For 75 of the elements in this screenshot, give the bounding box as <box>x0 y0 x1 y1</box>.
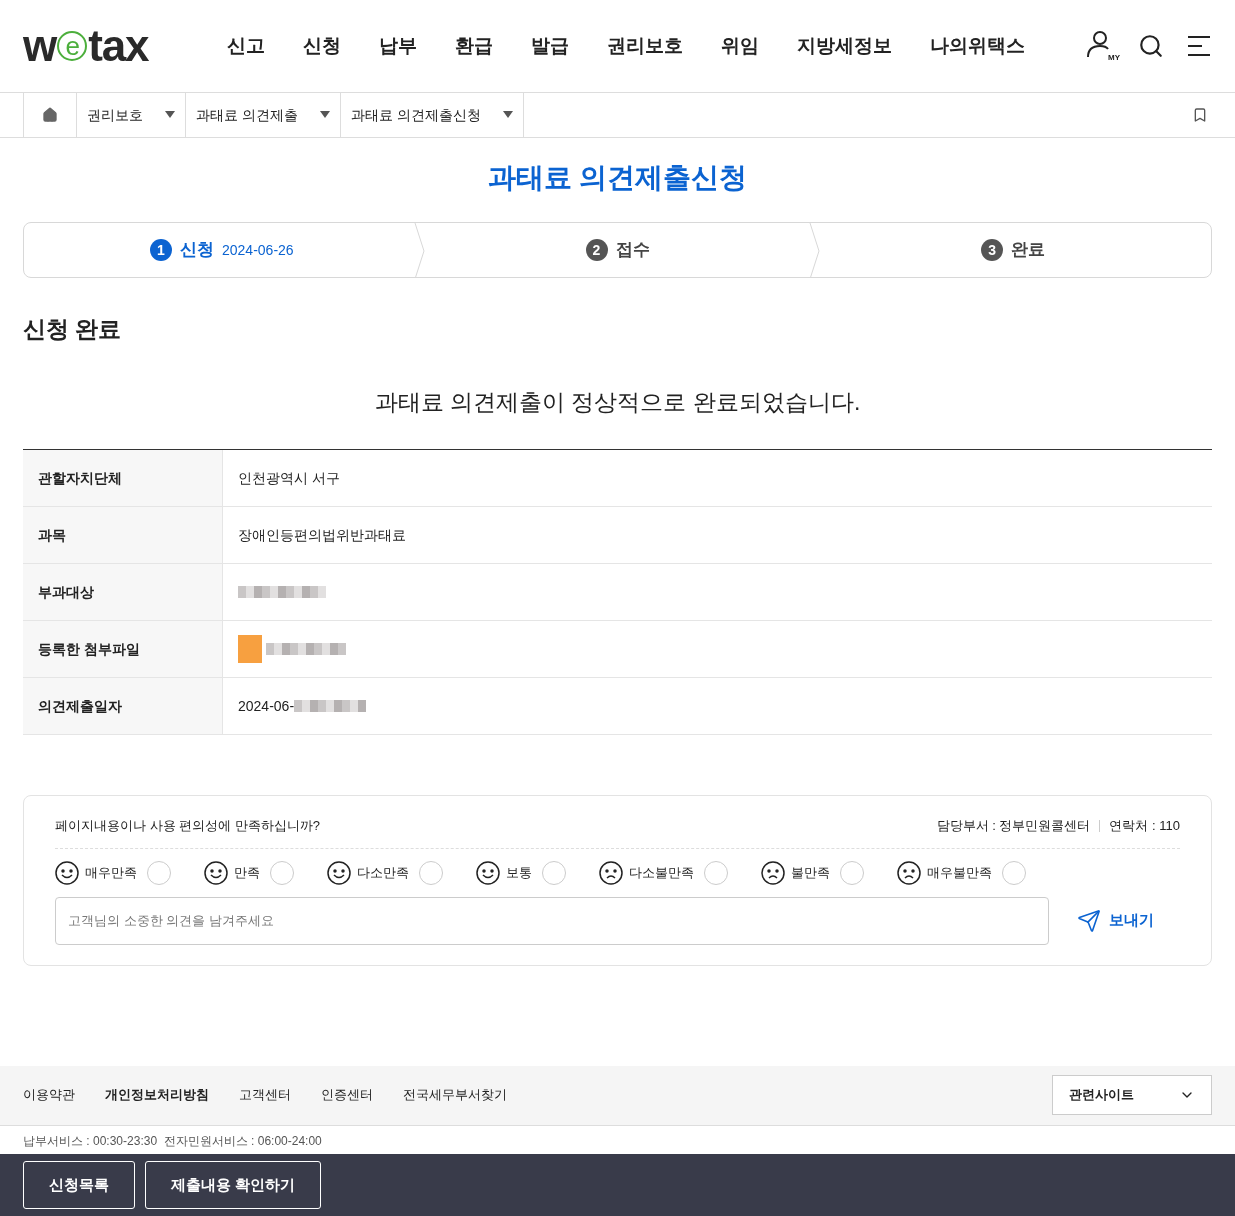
service-hours: 납부서비스 : 00:30-23:30 전자민원서비스 : 06:00-24:00 <box>22 1132 323 1150</box>
detail-label: 관할자치단체 <box>23 450 223 506</box>
feedback-input[interactable]: 고객님의 소중한 의견을 남겨주세요 <box>55 896 1049 945</box>
nav-menu-item[interactable]: 환급 <box>455 31 493 61</box>
footer-link[interactable]: 이용약관 <box>23 1085 75 1105</box>
caret-icon <box>165 111 175 119</box>
rating-radio[interactable] <box>147 860 171 885</box>
frown-icon <box>761 860 785 885</box>
smiley-icon <box>55 860 79 885</box>
step-number: 1 <box>150 239 172 261</box>
step-label: 접수 <box>615 239 650 262</box>
detail-label: 과목 <box>23 507 223 563</box>
detail-value: 인천광역시 서구 <box>238 468 340 488</box>
footer-link[interactable]: 인증센터 <box>321 1085 373 1105</box>
related-sites-dropdown[interactable]: 관련사이트 <box>1052 1075 1212 1115</box>
caret-icon <box>319 111 330 119</box>
nav-menu-item[interactable]: 나의위택스 <box>930 31 1025 61</box>
step-number: 2 <box>585 239 608 261</box>
detail-label: 등록한 첨부파일 <box>23 621 223 677</box>
nav-menu-item[interactable]: 신고 <box>227 31 265 61</box>
nav-menu-item[interactable]: 납부 <box>379 31 417 61</box>
search-icon[interactable] <box>1138 33 1164 59</box>
bottom-action-button[interactable]: 신청목록 <box>23 1161 135 1209</box>
rating-radio[interactable] <box>840 860 864 885</box>
detail-value: 2024-06- <box>238 696 295 716</box>
home-button[interactable] <box>23 93 77 137</box>
step-number: 3 <box>981 239 1004 261</box>
rating-label: 다소만족 <box>357 863 409 882</box>
rating-label: 매우만족 <box>85 863 137 882</box>
step-label: 완료 <box>1011 239 1046 262</box>
detail-label: 부과대상 <box>23 564 223 620</box>
wetax-logo[interactable]: w e tax <box>23 13 183 79</box>
step-label: 신청 <box>180 239 214 262</box>
bottom-action-button[interactable]: 제출내용 확인하기 <box>145 1161 322 1209</box>
survey-question: 페이지내용이나 사용 편의성에 만족하십니까? <box>55 817 321 835</box>
smiley-icon <box>204 860 228 885</box>
paper-plane-icon <box>1077 908 1101 933</box>
frown-icon <box>897 860 921 885</box>
caret-icon <box>502 111 513 119</box>
nav-menu-item[interactable]: 지방세정보 <box>797 31 892 61</box>
send-button[interactable]: 보내기 <box>1077 908 1154 933</box>
bookmark-icon[interactable] <box>1192 107 1208 123</box>
breadcrumb-dropdown[interactable]: 과태료 의견제출 <box>186 93 341 137</box>
rating-radio[interactable] <box>419 860 443 885</box>
breadcrumb-dropdown[interactable]: 권리보호 <box>77 93 186 137</box>
rating-label: 매우불만족 <box>927 863 992 882</box>
section-title: 신청 완료 <box>23 315 123 344</box>
nav-menu-item[interactable]: 신청 <box>303 31 341 61</box>
rating-label: 만족 <box>234 863 260 882</box>
rating-label: 보통 <box>506 863 532 882</box>
page-title: 과태료 의견제출신청 <box>486 161 749 195</box>
frown-icon <box>599 860 623 885</box>
department-info: 담당부서 : 정부민원콜센터 <box>936 817 1091 835</box>
nav-menu-item[interactable]: 발급 <box>531 31 569 61</box>
smiley-icon <box>327 860 351 885</box>
nav-menu-item[interactable]: 위임 <box>721 31 759 61</box>
breadcrumb-dropdown[interactable]: 과태료 의견제출신청 <box>340 93 524 137</box>
rating-radio[interactable] <box>270 860 294 885</box>
rating-radio[interactable] <box>704 860 728 885</box>
footer-link[interactable]: 고객센터 <box>239 1085 291 1105</box>
footer-link[interactable]: 전국세무부서찾기 <box>403 1085 507 1105</box>
rating-radio[interactable] <box>1002 860 1026 885</box>
home-icon <box>42 107 58 123</box>
contact-info: 연락처 : 110 <box>1109 817 1180 835</box>
detail-value: 장애인등편의법위반과태료 <box>238 525 406 545</box>
menu-icon[interactable] <box>1186 34 1212 58</box>
smiley-icon <box>476 860 500 885</box>
step-date: 2024-06-26 <box>222 240 294 260</box>
completion-message: 과태료 의견제출이 정상적으로 완료되었습니다. <box>373 387 862 417</box>
rating-label: 다소불만족 <box>629 863 694 882</box>
detail-label: 의견제출일자 <box>23 678 223 734</box>
rating-radio[interactable] <box>542 860 566 885</box>
nav-menu-item[interactable]: 권리보호 <box>607 31 683 61</box>
rating-label: 불만족 <box>791 863 830 882</box>
footer-link[interactable]: 개인정보처리방침 <box>105 1085 209 1105</box>
